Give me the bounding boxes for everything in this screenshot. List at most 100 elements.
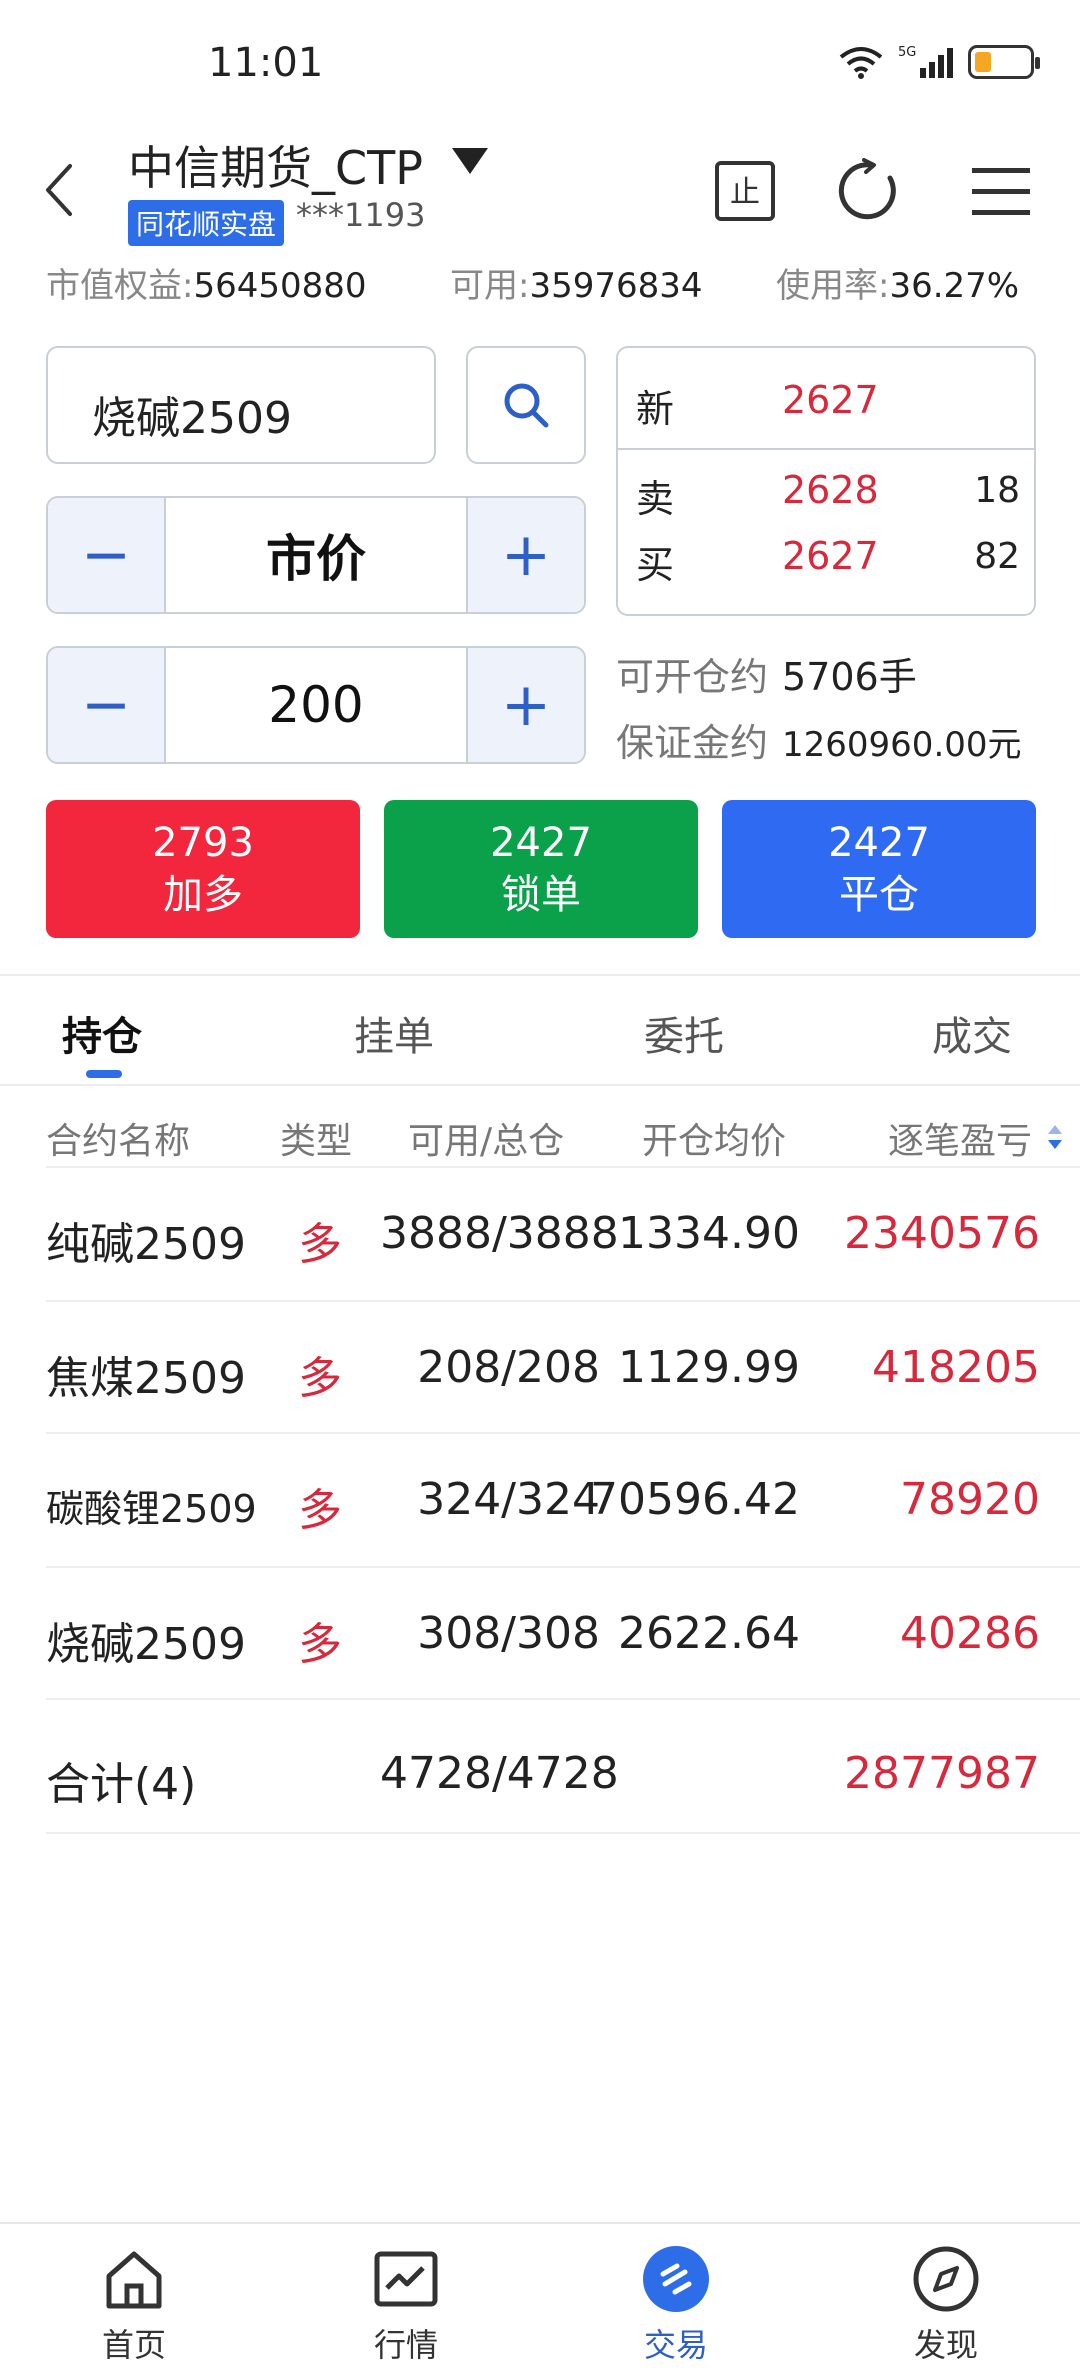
- available-total: 324/324: [417, 1474, 600, 1525]
- trade-icon: [643, 2246, 709, 2312]
- lock-order-price: 2427: [490, 820, 592, 866]
- bid-volume: 82: [974, 536, 1020, 577]
- position-pl: 40286: [900, 1608, 1040, 1659]
- tab-pending-orders[interactable]: 挂单: [354, 1004, 434, 1062]
- home-icon: [106, 2251, 162, 2309]
- table-row[interactable]: 纯碱2509 多 3888/3888 1334.90 2340576: [0, 1168, 1080, 1300]
- bid-price[interactable]: 2627: [782, 534, 879, 578]
- usage-value: 36.27%: [889, 266, 1020, 306]
- open-capacity-value: 5706手: [782, 655, 917, 699]
- tab-trades[interactable]: 成交: [932, 1004, 1012, 1062]
- nav-discover[interactable]: 发现: [866, 2244, 1026, 2366]
- usage-label: 使用率:: [776, 266, 890, 306]
- battery-icon: [968, 45, 1040, 79]
- bottom-nav-divider: [0, 2222, 1080, 2224]
- avg-open-price: 2622.64: [618, 1608, 800, 1659]
- position-pl: 418205: [872, 1342, 1040, 1393]
- tab-active-indicator: [86, 1070, 122, 1078]
- column-header-type: 类型: [280, 1121, 353, 1162]
- price-mode-field[interactable]: 市价: [166, 498, 466, 612]
- search-icon: [504, 383, 549, 428]
- close-position-button[interactable]: 2427 平仓: [722, 800, 1036, 938]
- price-minus-button[interactable]: −: [48, 498, 166, 612]
- nav-home[interactable]: 首页: [54, 2244, 214, 2366]
- add-long-price: 2793: [152, 820, 254, 866]
- avg-open-price: 1129.99: [618, 1342, 800, 1393]
- column-header-available: 可用/总仓: [408, 1121, 565, 1162]
- position-type: 多: [298, 1219, 342, 1270]
- close-position-price: 2427: [828, 820, 930, 866]
- last-price[interactable]: 2627: [782, 378, 879, 422]
- price-stepper: − 市价 +: [46, 496, 586, 614]
- equity-label: 市值权益:: [46, 266, 194, 306]
- dropdown-icon[interactable]: [450, 146, 490, 176]
- position-pl: 2340576: [844, 1208, 1040, 1259]
- total-pl: 2877987: [844, 1748, 1040, 1799]
- table-row[interactable]: 焦煤2509 多 208/208 1129.99 418205: [0, 1302, 1080, 1434]
- table-row[interactable]: 烧碱2509 多 308/308 2622.64 40286: [0, 1568, 1080, 1700]
- contract-name: 焦煤2509: [46, 1353, 246, 1404]
- menu-icon[interactable]: [968, 158, 1034, 224]
- tab-orders[interactable]: 委托: [644, 1004, 724, 1062]
- status-time: 11:01: [208, 40, 324, 86]
- available-total: 208/208: [417, 1342, 600, 1393]
- price-plus-button[interactable]: +: [466, 498, 584, 612]
- lock-order-label: 锁单: [501, 872, 581, 918]
- add-long-label: 加多: [163, 872, 243, 918]
- sort-icon[interactable]: [1046, 1122, 1064, 1152]
- nav-home-label: 首页: [101, 2326, 166, 2364]
- column-header-contract: 合约名称: [46, 1121, 191, 1162]
- search-button[interactable]: [466, 346, 586, 464]
- last-label: 新: [636, 387, 675, 431]
- tab-positions[interactable]: 持仓: [62, 1004, 142, 1062]
- account-type-badge: 同花顺实盘: [128, 200, 285, 246]
- broker-title[interactable]: 中信期货_CTP: [128, 132, 423, 198]
- quantity-field[interactable]: 200: [166, 648, 466, 762]
- table-row[interactable]: 碳酸锂2509 多 324/324 70596.42 78920: [0, 1434, 1080, 1566]
- available-total: 3888/3888: [380, 1208, 619, 1259]
- ask-volume: 18: [974, 470, 1020, 511]
- available-total: 308/308: [417, 1608, 600, 1659]
- back-icon[interactable]: [40, 160, 80, 220]
- contract-name: 碳酸锂2509: [46, 1487, 257, 1531]
- margin-estimate: 保证金约 1260960.00元: [616, 712, 1022, 767]
- symbol-input[interactable]: 烧碱2509: [46, 346, 436, 464]
- row-divider: [46, 1698, 1080, 1700]
- svg-text:止: 止: [730, 175, 760, 210]
- available-summary: 可用:35976834: [450, 258, 703, 307]
- available-value: 35976834: [529, 266, 703, 306]
- nav-market-label: 行情: [373, 2326, 438, 2364]
- contract-name: 纯碱2509: [46, 1219, 246, 1270]
- nav-trade[interactable]: 交易: [596, 2244, 756, 2366]
- ask-label: 卖: [636, 477, 675, 521]
- lock-order-button[interactable]: 2427 锁单: [384, 800, 698, 938]
- network-label: 5G: [898, 45, 916, 60]
- position-type: 多: [298, 1353, 342, 1404]
- nav-market[interactable]: 行情: [326, 2244, 486, 2366]
- column-header-pl[interactable]: 逐笔盈亏: [888, 1112, 1032, 1164]
- quote-panel: 新 2627 卖 2628 18 买 2627 82: [616, 346, 1036, 616]
- total-available: 4728/4728: [380, 1748, 619, 1799]
- margin-label: 保证金约: [616, 721, 769, 765]
- margin-value: 1260960.00元: [782, 725, 1022, 765]
- stop-icon[interactable]: 止: [712, 158, 778, 224]
- refresh-icon[interactable]: [838, 158, 904, 224]
- nav-trade-label: 交易: [643, 2326, 708, 2364]
- signal-icon: 5G: [898, 45, 953, 78]
- quantity-minus-button[interactable]: −: [48, 648, 166, 762]
- account-number: ***1193: [296, 196, 426, 234]
- compass-icon: [913, 2246, 979, 2312]
- avg-open-price: 1334.90: [618, 1208, 800, 1259]
- add-long-button[interactable]: 2793 加多: [46, 800, 360, 938]
- quantity-stepper: − 200 +: [46, 646, 586, 764]
- status-icons: 5G: [838, 44, 1040, 80]
- quantity-plus-button[interactable]: +: [466, 648, 584, 762]
- position-pl: 78920: [900, 1474, 1040, 1525]
- column-header-avg-price: 开仓均价: [642, 1121, 787, 1162]
- ask-price[interactable]: 2628: [782, 468, 879, 512]
- usage-summary: 使用率:36.27%: [776, 258, 1019, 307]
- contract-name: 烧碱2509: [46, 1619, 246, 1670]
- bid-label: 买: [636, 543, 675, 587]
- close-position-label: 平仓: [839, 872, 919, 918]
- tabs-divider: [0, 1084, 1080, 1086]
